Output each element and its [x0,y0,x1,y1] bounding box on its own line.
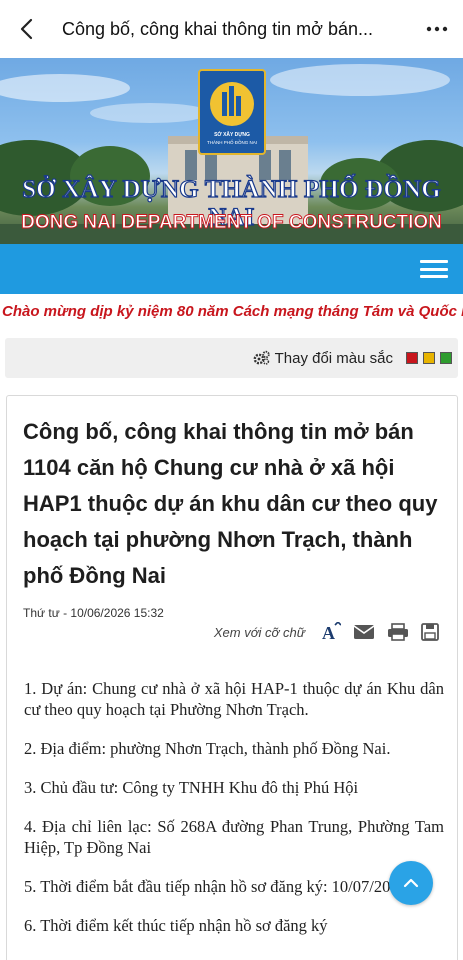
font-size-label: Xem với cỡ chữ [213,624,305,640]
app-bar: Công bố, công khai thông tin mở bán... [0,0,463,58]
article-tools: Xem với cỡ chữ A [214,622,439,642]
article-body: 1. Dự án: Chung cư nhà ở xã hội HAP-1 th… [24,678,444,954]
back-button[interactable] [0,0,52,58]
header-banner: SỞ XÂY DỰNG THÀNH PHỐ ĐỒNG NAI SỞ XÂY DỰ… [0,58,463,244]
article-paragraph: 6. Thời điểm kết thúc tiếp nhận hồ sơ đă… [24,916,328,935]
article-paragraph: 4. Địa chỉ liên lạc: Số 268A đường Phan … [24,817,444,857]
article-paragraph: 3. Chủ đầu tư: Công ty TNHH Khu đô thị P… [24,778,359,797]
article-date: Thứ tư - 10/06/2026 15:32 [23,606,164,620]
announcement-marquee[interactable]: Chào mừng dịp kỷ niệm 80 năm Cách mạng t… [0,294,463,332]
color-swatch-green[interactable] [440,352,452,364]
article-paragraph: 1. Dự án: Chung cư nhà ở xã hội HAP-1 th… [24,679,444,719]
save-icon[interactable] [421,623,439,641]
scroll-to-top-button[interactable] [389,861,433,905]
more-options-button[interactable] [411,0,463,58]
color-swatch-yellow[interactable] [423,352,435,364]
article-paragraph: 5. Thời điểm bắt đầu tiếp nhận hồ sơ đăn… [24,877,407,896]
font-size-icon[interactable]: A [321,622,341,642]
more-horizontal-icon [426,26,448,32]
gears-icon [253,350,270,365]
svg-text:THÀNH PHỐ ĐỒNG NAI: THÀNH PHỐ ĐỒNG NAI [207,139,257,145]
article-title: Công bố, công khai thông tin mở bán 1104… [23,419,438,588]
color-theme-bar: Thay đổi màu sắc [5,338,458,378]
page-title: Công bố, công khai thông tin mở bán... [62,18,374,39]
article-paragraph: 2. Địa điểm: phường Nhơn Trạch, thành ph… [24,739,391,758]
svg-text:SỞ XÂY DỰNG: SỞ XÂY DỰNG [214,131,250,138]
svg-text:A: A [322,623,335,642]
chevron-up-icon [403,878,419,888]
color-swatch-red[interactable] [406,352,418,364]
print-icon[interactable] [387,623,409,641]
banner-title-en: DONG NAI DEPARTMENT OF CONSTRUCTION [21,212,443,234]
hamburger-menu-icon[interactable] [417,256,451,282]
color-theme-label: Thay đổi màu sắc [274,349,393,367]
marquee-text: Chào mừng dịp kỷ niệm 80 năm Cách mạng t… [2,303,463,320]
nav-bar [0,244,463,294]
chevron-left-icon [20,18,33,40]
email-icon[interactable] [353,624,375,640]
